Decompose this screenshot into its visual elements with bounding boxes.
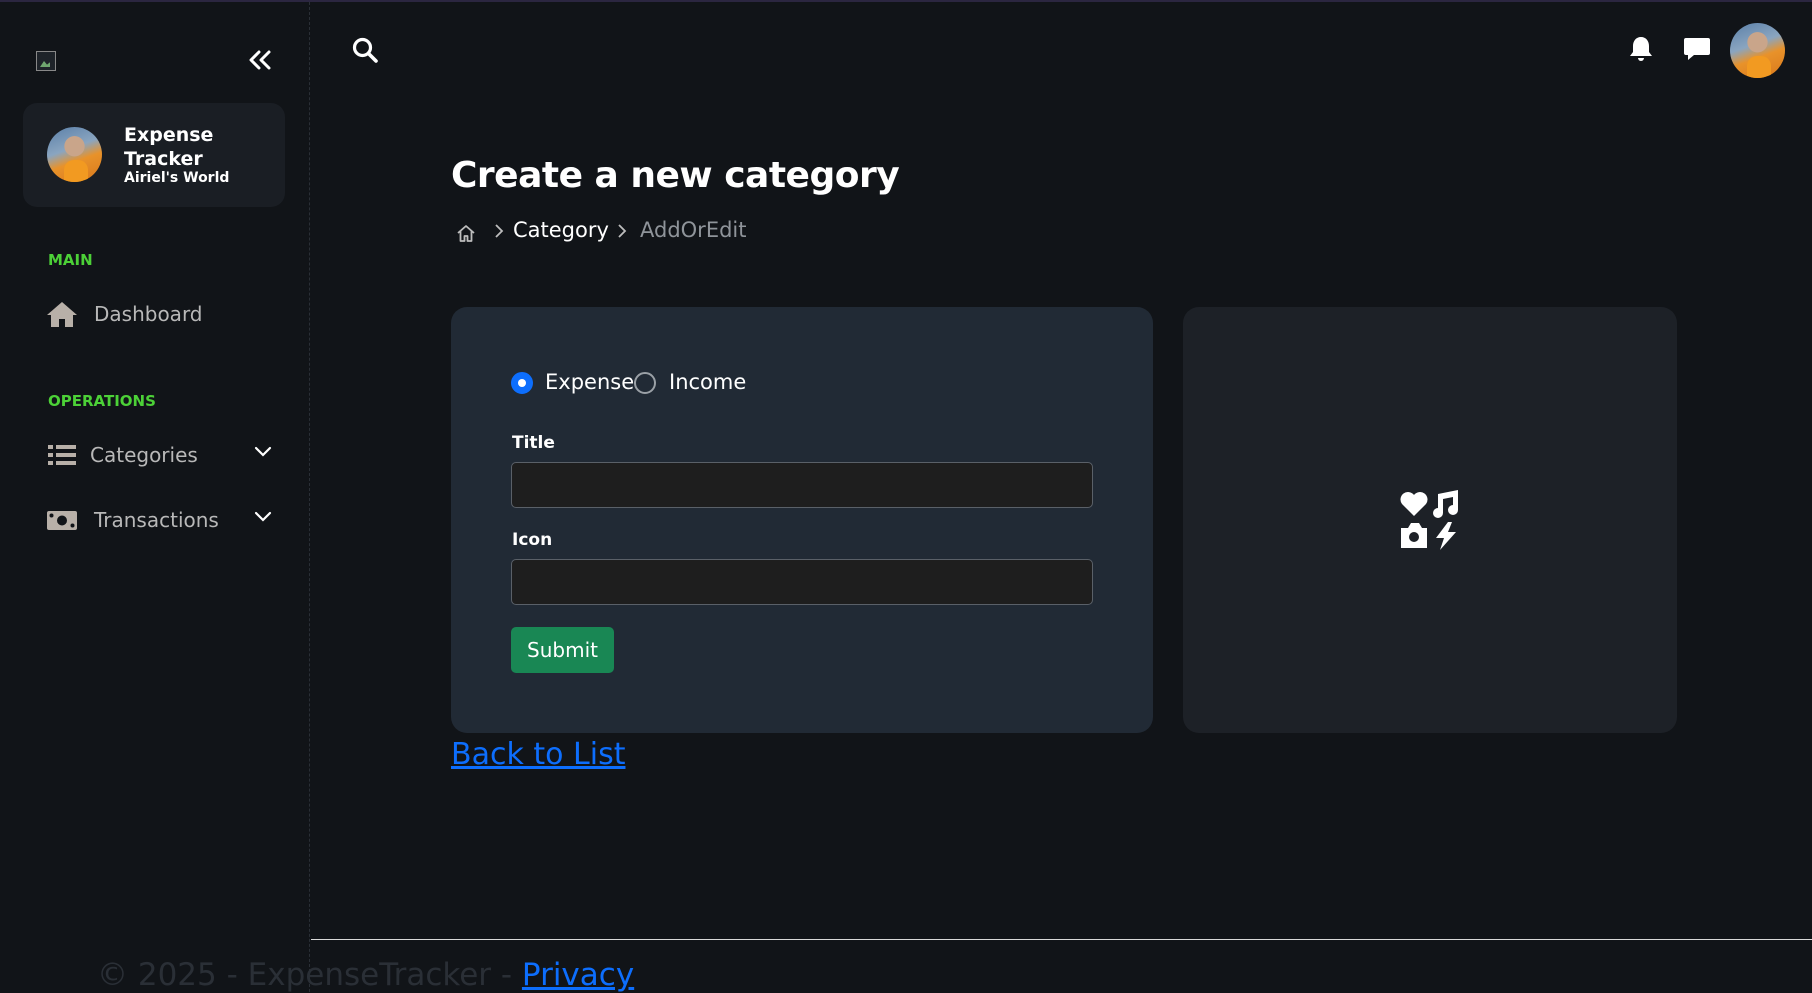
chevron-down-icon[interactable] [253, 441, 273, 461]
icons-category-icon [1400, 490, 1458, 550]
chevron-down-icon[interactable] [253, 506, 273, 526]
category-form-card: Expense Income Title Icon Submit [451, 307, 1153, 733]
icon-input[interactable] [511, 559, 1093, 605]
icon-label: Icon [512, 530, 553, 550]
sidebar-item-dashboard[interactable]: Dashboard [46, 294, 286, 334]
chat-icon[interactable] [1683, 36, 1711, 62]
income-radio[interactable] [634, 372, 656, 394]
section-label-main: MAIN [48, 251, 93, 269]
home-icon [47, 302, 77, 327]
double-chevron-left-icon [249, 50, 271, 70]
app-name: Expense Tracker [124, 124, 214, 170]
footer: © 2025 - ExpenseTracker - Privacy [97, 957, 634, 993]
search-icon[interactable] [351, 36, 379, 64]
avatar [47, 127, 102, 182]
back-to-list-link[interactable]: Back to List [451, 737, 625, 772]
breadcrumb-category[interactable]: Category [513, 218, 609, 242]
app-subtitle: Airiel's World [124, 170, 230, 186]
sidebar-item-transactions[interactable]: Transactions [46, 500, 286, 540]
sidebar: Expense Tracker Airiel's World MAIN Dash… [0, 2, 310, 992]
list-icon [48, 445, 76, 465]
sidebar-item-label: Categories [90, 443, 198, 467]
icon-preview-card [1183, 307, 1677, 733]
breadcrumb-current: AddOrEdit [640, 218, 747, 242]
expense-radio[interactable] [511, 372, 533, 394]
home-icon[interactable] [456, 223, 476, 243]
page-title: Create a new category [451, 155, 900, 196]
chevron-right-icon [495, 224, 504, 238]
sidebar-item-categories[interactable]: Categories [46, 435, 286, 475]
title-input[interactable] [511, 462, 1093, 508]
privacy-link[interactable]: Privacy [522, 957, 634, 993]
profile-card: Expense Tracker Airiel's World [23, 103, 285, 207]
title-label: Title [512, 433, 555, 453]
money-icon [47, 511, 77, 530]
bell-icon[interactable] [1628, 35, 1654, 63]
chevron-right-icon [618, 224, 627, 238]
sidebar-item-label: Dashboard [94, 302, 203, 326]
submit-button[interactable]: Submit [511, 627, 614, 673]
income-radio-label[interactable]: Income [669, 370, 746, 394]
footer-divider [311, 939, 1812, 940]
user-avatar[interactable] [1730, 23, 1785, 78]
section-label-operations: OPERATIONS [48, 392, 156, 410]
footer-copyright: © 2025 - ExpenseTracker - [97, 957, 522, 993]
expense-radio-label[interactable]: Expense [545, 370, 634, 394]
sidebar-item-label: Transactions [94, 508, 219, 532]
logo-image[interactable] [36, 51, 56, 71]
collapse-sidebar-button[interactable] [246, 46, 274, 74]
